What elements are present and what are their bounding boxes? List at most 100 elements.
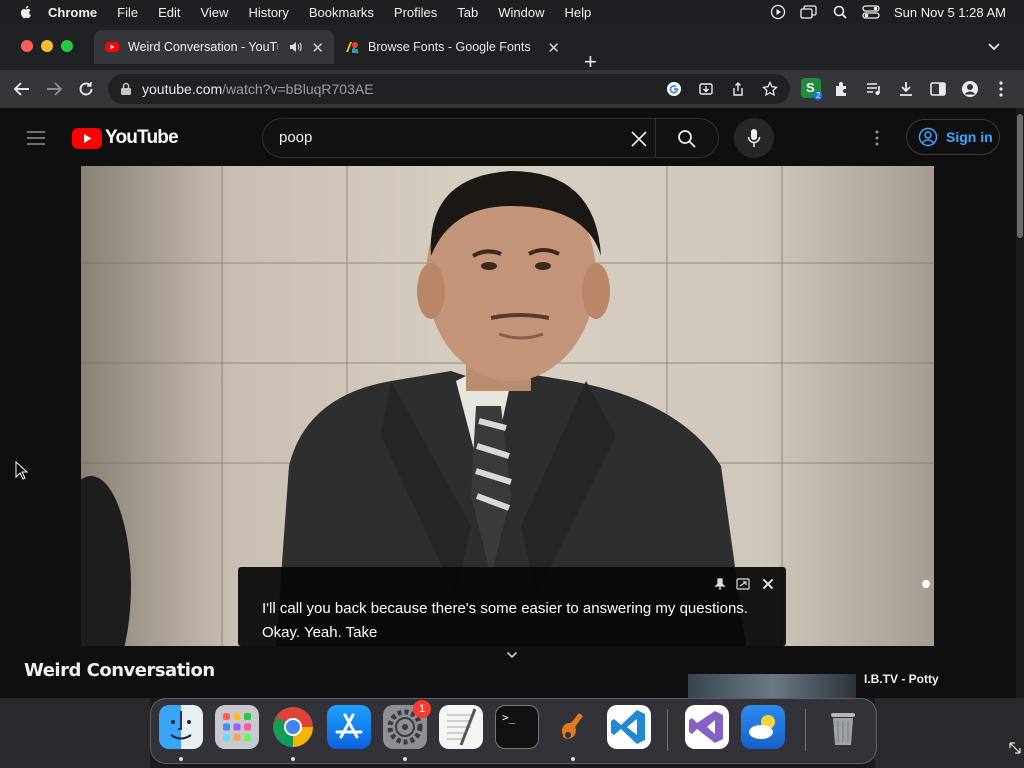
url-path: /watch?v=bBluqR703AE (222, 81, 374, 97)
recommended-video-thumbnail[interactable] (688, 674, 856, 698)
menu-help[interactable]: Help (565, 5, 592, 20)
media-controls-icon[interactable] (865, 80, 883, 98)
close-tab-icon[interactable]: ✕ (311, 39, 324, 57)
caption-overlay[interactable]: I'll call you back because there's some … (238, 567, 786, 659)
weather-icon[interactable] (741, 705, 785, 749)
desktop-background (0, 698, 150, 768)
window-close-button[interactable] (21, 40, 33, 52)
extension-s-icon[interactable]: S 2 (801, 78, 823, 100)
macos-menu-bar: Chrome File Edit View History Bookmarks … (0, 0, 1024, 24)
window-zoom-button[interactable] (61, 40, 73, 52)
resize-cursor-icon (1009, 742, 1021, 754)
notification-badge: 1 (413, 700, 431, 718)
pin-icon[interactable] (714, 578, 726, 590)
extension-badge: 2 (814, 91, 823, 100)
menu-window[interactable]: Window (498, 5, 544, 20)
speaker-audio-icon[interactable] (288, 40, 302, 54)
launchpad-icon[interactable] (215, 705, 259, 749)
desktop-background (875, 698, 1024, 768)
menu-file[interactable]: File (117, 5, 138, 20)
textedit-icon[interactable] (439, 705, 483, 749)
menu-bookmarks[interactable]: Bookmarks (309, 5, 374, 20)
tab-title: Browse Fonts - Google Fonts (368, 40, 531, 54)
window-minimize-button[interactable] (41, 40, 53, 52)
url-host: youtube.com (142, 81, 223, 97)
running-indicator (571, 757, 575, 761)
page-scrollbar[interactable] (1016, 108, 1024, 698)
tab-search-chevron-icon[interactable] (987, 42, 1001, 52)
trash-icon[interactable] (821, 705, 865, 749)
menu-history[interactable]: History (248, 5, 288, 20)
apple-icon[interactable] (18, 4, 34, 20)
sign-in-label: Sign in (946, 129, 993, 145)
menu-edit[interactable]: Edit (158, 5, 180, 20)
dock-separator (667, 709, 668, 751)
chrome-app-icon[interactable] (271, 705, 315, 749)
youtube-page: YouTube poop Sign in I'll call you back … (0, 108, 1016, 698)
install-app-icon[interactable] (698, 81, 714, 97)
back-arrow-icon[interactable] (13, 81, 31, 97)
menu-tab[interactable]: Tab (457, 5, 478, 20)
tab-google-fonts[interactable]: Browse Fonts - Google Fonts ✕ (334, 30, 570, 64)
visual-studio-icon[interactable] (685, 705, 729, 749)
close-caption-icon[interactable] (762, 578, 774, 590)
bookmark-star-icon[interactable] (762, 81, 778, 97)
search-query: poop (279, 129, 313, 146)
youtube-logo[interactable]: YouTube (72, 127, 179, 149)
menu-clock[interactable]: Sun Nov 5 1:28 AM (894, 5, 1006, 20)
caption-expand-chevron-icon[interactable] (506, 651, 518, 659)
tab-title: Weird Conversation - YouTube (128, 40, 278, 54)
recommended-video-title[interactable]: I.B.TV - Potty (864, 672, 939, 686)
youtube-logo-icon (72, 127, 102, 149)
caption-text: I'll call you back because there's some … (262, 600, 748, 641)
search-input[interactable]: poop (262, 118, 719, 158)
downloads-icon[interactable] (897, 80, 915, 98)
menu-view[interactable]: View (200, 5, 228, 20)
address-bar[interactable]: youtube.com/watch?v=bBluqR703AE (108, 74, 790, 104)
app-store-icon[interactable] (327, 705, 371, 749)
macos-dock: 1 >_ (150, 698, 877, 764)
forward-arrow-icon[interactable] (45, 81, 63, 97)
play-status-icon[interactable] (770, 4, 786, 20)
share-icon[interactable] (730, 81, 746, 97)
clear-search-icon[interactable] (630, 130, 648, 148)
reload-icon[interactable] (77, 80, 95, 98)
finder-icon[interactable] (159, 705, 203, 749)
search-icon[interactable] (677, 129, 697, 149)
system-settings-icon[interactable]: 1 (383, 700, 431, 749)
expand-icon[interactable] (736, 578, 750, 590)
video-title: Weird Conversation (24, 660, 215, 681)
extensions-puzzle-icon[interactable] (833, 80, 851, 98)
youtube-logo-text: YouTube (105, 127, 179, 148)
settings-kebab-icon[interactable] (874, 130, 880, 146)
voice-search-button[interactable] (734, 118, 774, 158)
lock-icon[interactable] (120, 82, 132, 96)
menu-app-name[interactable]: Chrome (48, 5, 97, 20)
terminal-icon[interactable]: >_ (495, 705, 539, 749)
browser-tab-strip: Weird Conversation - YouTube ✕ Browse Fo… (0, 24, 1024, 73)
screen-mirroring-icon[interactable] (800, 4, 818, 20)
google-lens-icon[interactable] (666, 81, 682, 97)
profile-avatar-icon[interactable] (961, 80, 979, 98)
garageband-icon[interactable] (551, 705, 595, 749)
dock-separator (805, 709, 806, 751)
spotlight-search-icon[interactable] (832, 4, 848, 20)
google-fonts-favicon-icon (346, 42, 359, 54)
microphone-icon (747, 129, 761, 147)
search-divider (655, 119, 656, 157)
tab-weird-conversation[interactable]: Weird Conversation - YouTube ✕ (94, 30, 334, 64)
scrollbar-thumb[interactable] (1017, 114, 1023, 238)
running-indicator (291, 757, 295, 761)
running-indicator (179, 757, 183, 761)
hamburger-menu-icon[interactable] (26, 130, 46, 146)
menu-profiles[interactable]: Profiles (394, 5, 437, 20)
account-circle-icon (918, 127, 938, 147)
sign-in-button[interactable]: Sign in (906, 119, 1000, 155)
mouse-cursor-icon (15, 461, 29, 480)
control-center-icon[interactable] (862, 4, 880, 20)
chrome-menu-icon[interactable] (997, 80, 1005, 98)
vscode-icon[interactable] (607, 705, 651, 749)
close-tab-icon[interactable]: ✕ (547, 39, 560, 57)
side-panel-icon[interactable] (929, 80, 947, 98)
youtube-favicon-icon (105, 42, 119, 52)
